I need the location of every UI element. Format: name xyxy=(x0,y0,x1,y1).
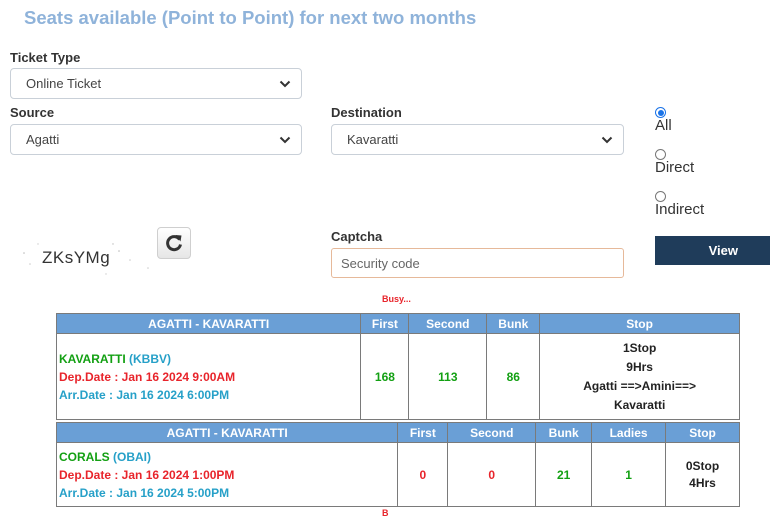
radio-direct-label: Direct xyxy=(655,159,695,176)
view-button[interactable]: View xyxy=(655,236,770,265)
ship-name: KAVARATTI xyxy=(59,351,126,366)
first-header: First xyxy=(397,422,449,443)
stop-header: Stop xyxy=(665,422,740,443)
stop-count: 1Stop xyxy=(622,340,657,355)
refresh-captcha-button[interactable] xyxy=(157,227,191,259)
destination-select[interactable]: Kavaratti xyxy=(331,124,624,155)
first-seats: 168 xyxy=(360,333,410,420)
first-header: First xyxy=(360,313,410,334)
results-table-2: AGATTI - KAVARATTI First Second Bunk Lad… xyxy=(55,422,740,507)
ship-code: (KBBV) xyxy=(129,351,171,366)
stop-duration: 9Hrs xyxy=(626,359,653,374)
departure-date: Dep.Date : Jan 16 2024 1:00PM xyxy=(59,467,235,482)
stop-route: Agatti ==>Amini==> xyxy=(583,378,696,393)
arrival-date: Arr.Date : Jan 16 2024 5:00PM xyxy=(59,485,230,500)
stop-duration: 4Hrs xyxy=(689,475,716,490)
table-header: AGATTI - KAVARATTI First Second Bunk Lad… xyxy=(55,422,740,443)
results-table-1: AGATTI - KAVARATTI First Second Bunk Sto… xyxy=(55,313,740,420)
source-select[interactable]: Agatti xyxy=(10,124,302,155)
radio-all-label: All xyxy=(655,117,672,134)
source-label: Source xyxy=(10,105,55,120)
stop-route-end: Kavaratti xyxy=(613,397,666,412)
ladies-header: Ladies xyxy=(591,422,667,443)
voyage-info: CORALS (OBAI) Dep.Date : Jan 16 2024 1:0… xyxy=(55,442,399,507)
table-row: KAVARATTI (KBBV) Dep.Date : Jan 16 2024 … xyxy=(55,333,740,420)
departure-date: Dep.Date : Jan 16 2024 9:00AM xyxy=(59,369,236,384)
busy-indicator-2: B xyxy=(382,508,389,518)
ship-code: (OBAI) xyxy=(113,449,152,464)
voyage-info: KAVARATTI (KBBV) Dep.Date : Jan 16 2024 … xyxy=(55,333,362,420)
stop-count: 0Stop xyxy=(685,458,720,473)
captcha-label: Captcha xyxy=(331,229,383,244)
refresh-icon xyxy=(166,235,182,252)
page-title: Seats available (Point to Point) for nex… xyxy=(24,7,477,28)
chevron-down-icon xyxy=(279,136,291,143)
source-value: Agatti xyxy=(26,132,60,147)
radio-direct[interactable]: Direct xyxy=(655,149,694,176)
route-header: AGATTI - KAVARATTI xyxy=(55,422,399,443)
chevron-down-icon xyxy=(601,136,613,143)
captcha-image: ZKsYMg xyxy=(18,236,158,280)
ladies-seats: 1 xyxy=(591,442,667,507)
route-header: AGATTI - KAVARATTI xyxy=(55,313,362,334)
stop-info: 1Stop 9Hrs Agatti ==>Amini==> Kavaratti xyxy=(539,333,740,420)
table-row: CORALS (OBAI) Dep.Date : Jan 16 2024 1:0… xyxy=(55,442,740,507)
ticket-type-label: Ticket Type xyxy=(10,50,81,65)
radio-indirect-label: Indirect xyxy=(655,201,705,218)
second-seats: 113 xyxy=(408,333,488,420)
second-header: Second xyxy=(447,422,537,443)
captcha-text: ZKsYMg xyxy=(42,248,111,267)
table-header: AGATTI - KAVARATTI First Second Bunk Sto… xyxy=(55,313,740,334)
bunk-seats: 21 xyxy=(535,442,593,507)
ticket-type-value: Online Ticket xyxy=(26,76,102,91)
ticket-type-select[interactable]: Online Ticket xyxy=(10,68,302,99)
ship-line: KAVARATTI (KBBV) xyxy=(59,350,360,368)
bunk-header: Bunk xyxy=(486,313,541,334)
ship-line: CORALS (OBAI) xyxy=(59,448,397,466)
radio-indirect[interactable]: Indirect xyxy=(655,191,704,218)
stop-header: Stop xyxy=(539,313,740,334)
stop-info: 0Stop 4Hrs xyxy=(665,442,740,507)
ship-name: CORALS xyxy=(59,449,110,464)
chevron-down-icon xyxy=(279,80,291,87)
bunk-seats: 86 xyxy=(486,333,541,420)
bunk-header: Bunk xyxy=(535,422,593,443)
security-code-input[interactable]: Security code xyxy=(331,248,624,278)
second-seats: 0 xyxy=(447,442,537,507)
second-header: Second xyxy=(408,313,488,334)
arrival-date: Arr.Date : Jan 16 2024 6:00PM xyxy=(59,387,230,402)
radio-all-button[interactable] xyxy=(655,107,666,118)
radio-all[interactable]: All xyxy=(655,107,672,134)
first-seats: 0 xyxy=(397,442,449,507)
destination-label: Destination xyxy=(331,105,402,120)
busy-indicator: Busy... xyxy=(382,294,411,304)
destination-value: Kavaratti xyxy=(347,132,399,147)
security-code-placeholder: Security code xyxy=(341,255,420,271)
